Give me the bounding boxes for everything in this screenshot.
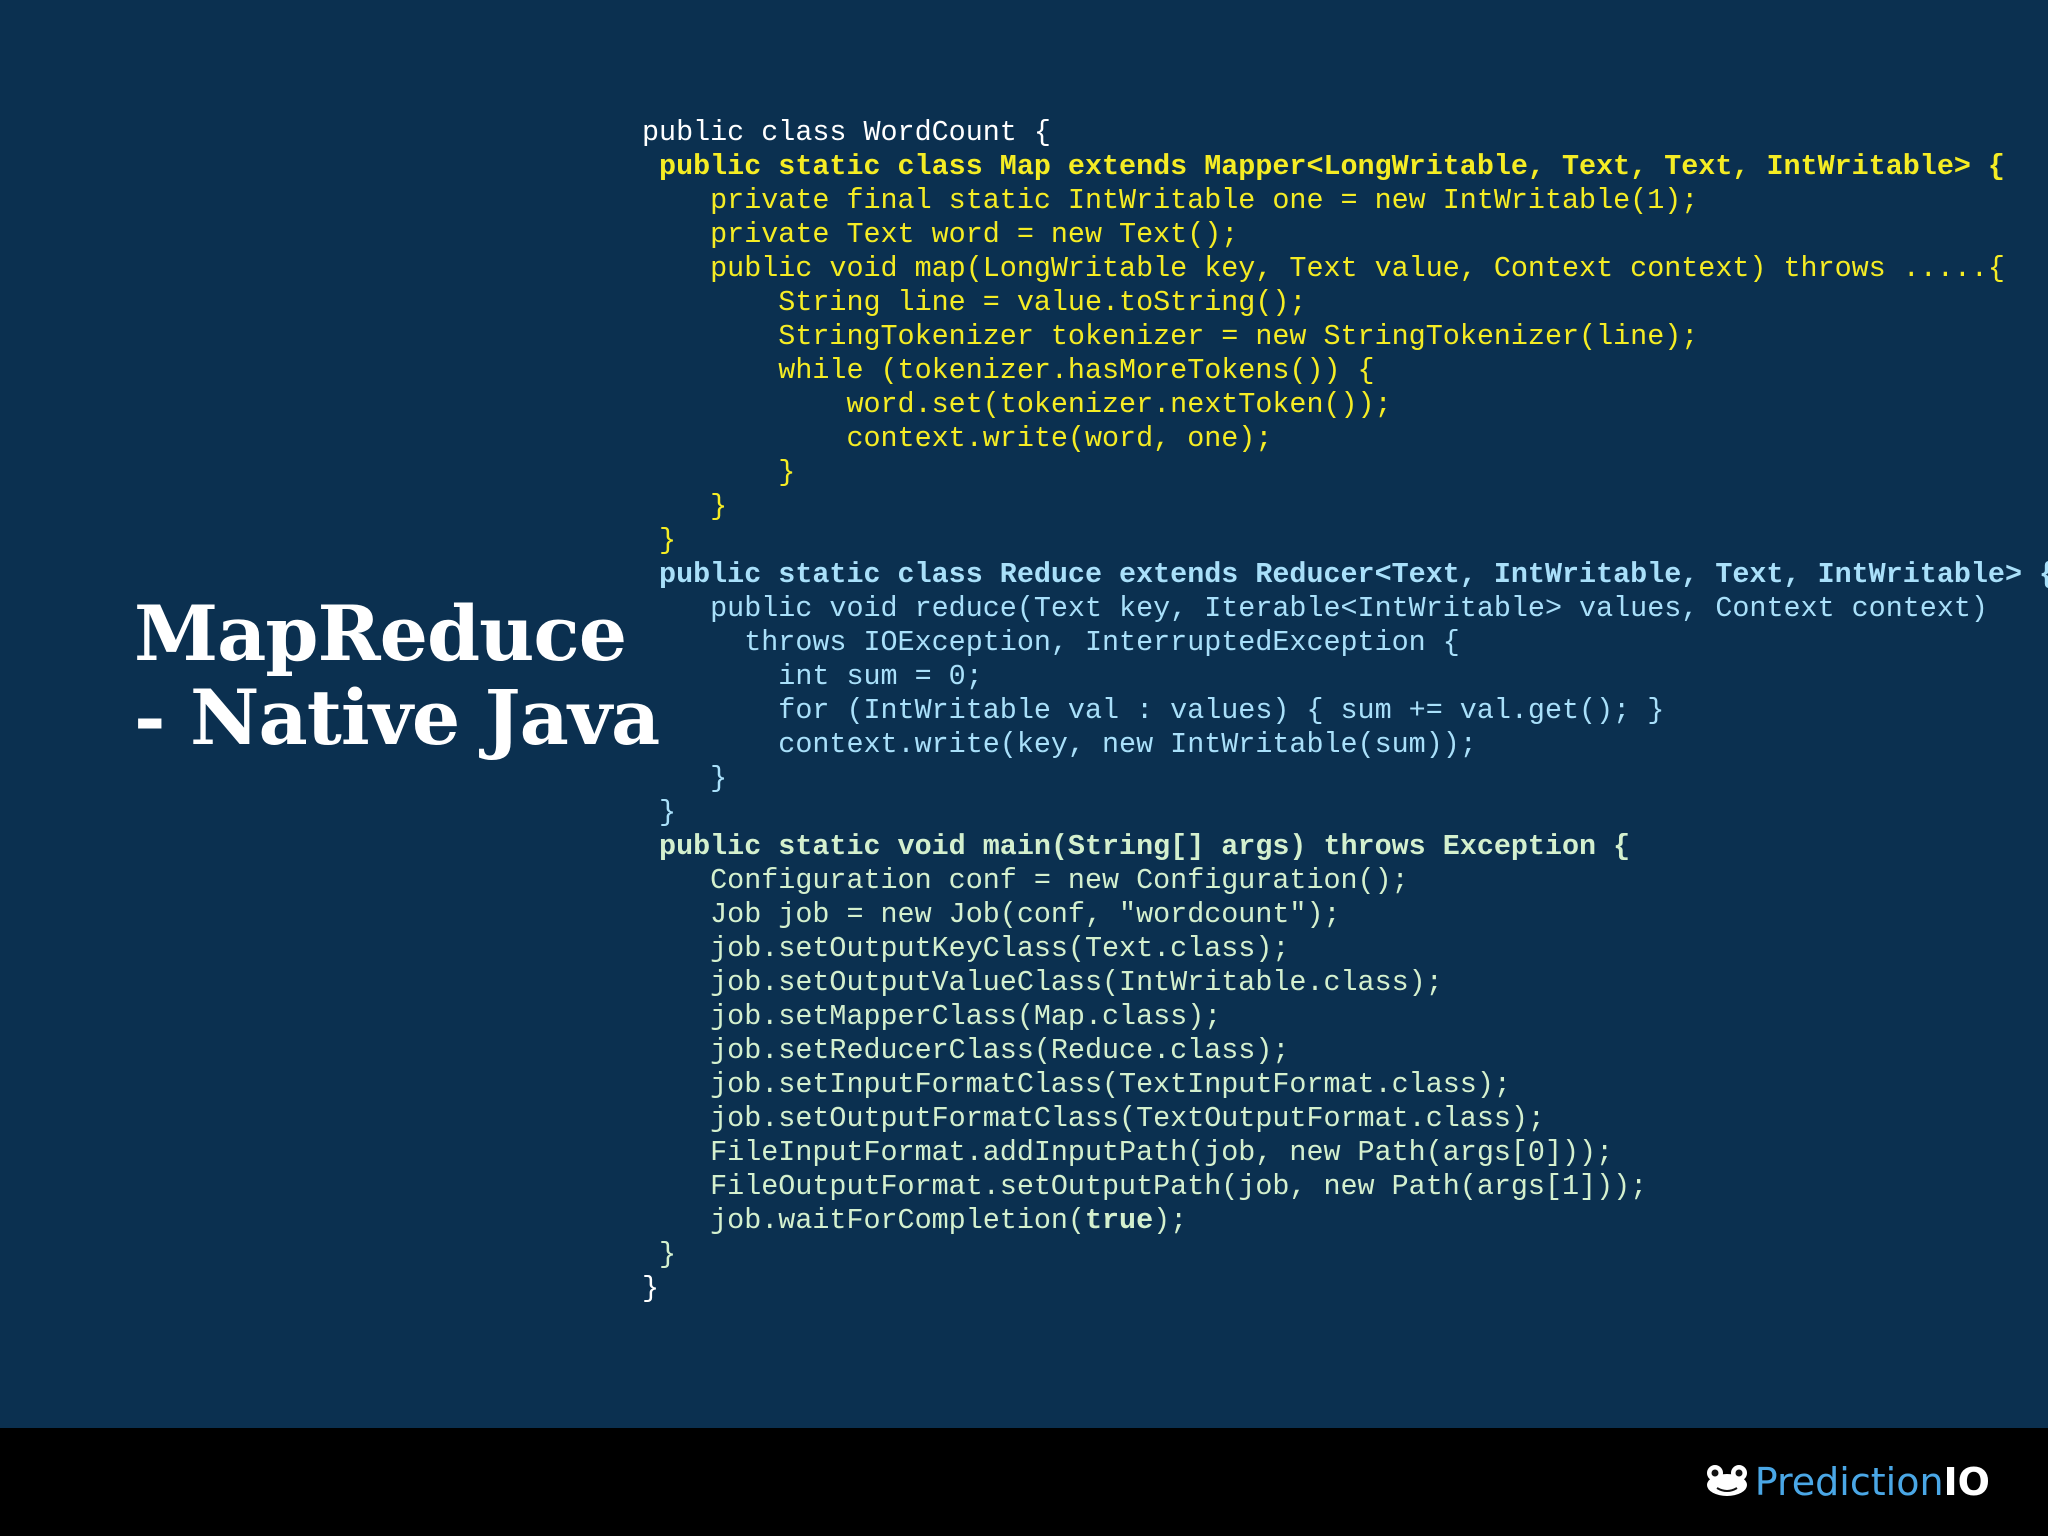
code-line: Configuration conf = new Configuration()… (642, 864, 1409, 897)
code-fragment: ); (1153, 1204, 1188, 1237)
code-line: } (642, 1238, 677, 1271)
code-line: FileOutputFormat.setOutputPath(job, new … (642, 1170, 1648, 1203)
code-line: StringTokenizer tokenizer = new StringTo… (642, 320, 1699, 353)
code-fragment: job.waitForCompletion( (642, 1204, 1085, 1237)
code-line: private Text word = new Text(); (642, 218, 1239, 251)
title-line-2: - Native Java (134, 673, 660, 762)
code-line: String line = value.toString(); (642, 286, 1307, 319)
code-line: } (642, 524, 677, 557)
code-keyword-true: true (1084, 1204, 1154, 1237)
code-block: public class WordCount { public static c… (642, 116, 2048, 1306)
code-line: } (642, 762, 728, 795)
code-line: while (tokenizer.hasMoreTokens()) { (642, 354, 1375, 387)
code-line: public static class Reduce extends Reduc… (642, 558, 2048, 591)
code-line: job.setOutputKeyClass(Text.class); (642, 932, 1290, 965)
brand-logo: PredictionIO (1705, 1456, 1990, 1508)
code-line: context.write(key, new IntWritable(sum))… (642, 728, 1477, 761)
slide: MapReduce - Native Java public class Wor… (0, 0, 2048, 1428)
brand-name-part1: Prediction (1754, 1460, 1944, 1504)
code-line: } (642, 490, 728, 523)
code-line: int sum = 0; (642, 660, 983, 693)
code-line: public static void main(String[] args) t… (642, 830, 1631, 863)
code-line: public class WordCount { (642, 116, 1051, 149)
slide-title: MapReduce - Native Java (134, 589, 660, 762)
title-line-1: MapReduce (134, 589, 627, 678)
frog-icon (1705, 1463, 1749, 1502)
code-line: public void map(LongWritable key, Text v… (642, 252, 2005, 285)
code-line: throws IOException, InterruptedException… (642, 626, 1460, 659)
code-line: public void reduce(Text key, Iterable<In… (642, 592, 1988, 625)
code-line: job.setOutputValueClass(IntWritable.clas… (642, 966, 1443, 999)
code-line: FileInputFormat.addInputPath(job, new Pa… (642, 1136, 1614, 1169)
code-line: } (642, 1272, 660, 1305)
code-line: job.setInputFormatClass(TextInputFormat.… (642, 1068, 1511, 1101)
footer-bar: PredictionIO (0, 1428, 2048, 1536)
brand-name-part2: IO (1943, 1460, 1990, 1504)
code-line: job.setOutputFormatClass(TextOutputForma… (642, 1102, 1545, 1135)
code-line: job.setMapperClass(Map.class); (642, 1000, 1222, 1033)
code-line: private final static IntWritable one = n… (642, 184, 1699, 217)
code-line: job.setReducerClass(Reduce.class); (642, 1034, 1290, 1067)
code-line: } (642, 796, 677, 829)
code-line: job.waitForCompletion(true); (642, 1204, 2048, 1238)
code-line: } (642, 456, 796, 489)
code-line: Job job = new Job(conf, "wordcount"); (642, 898, 1341, 931)
code-line: word.set(tokenizer.nextToken()); (642, 388, 1392, 421)
code-line: context.write(word, one); (642, 422, 1273, 455)
brand-name: PredictionIO (1755, 1456, 1990, 1508)
code-line: public static class Map extends Mapper<L… (642, 150, 2005, 183)
code-line: for (IntWritable val : values) { sum += … (642, 694, 1665, 727)
